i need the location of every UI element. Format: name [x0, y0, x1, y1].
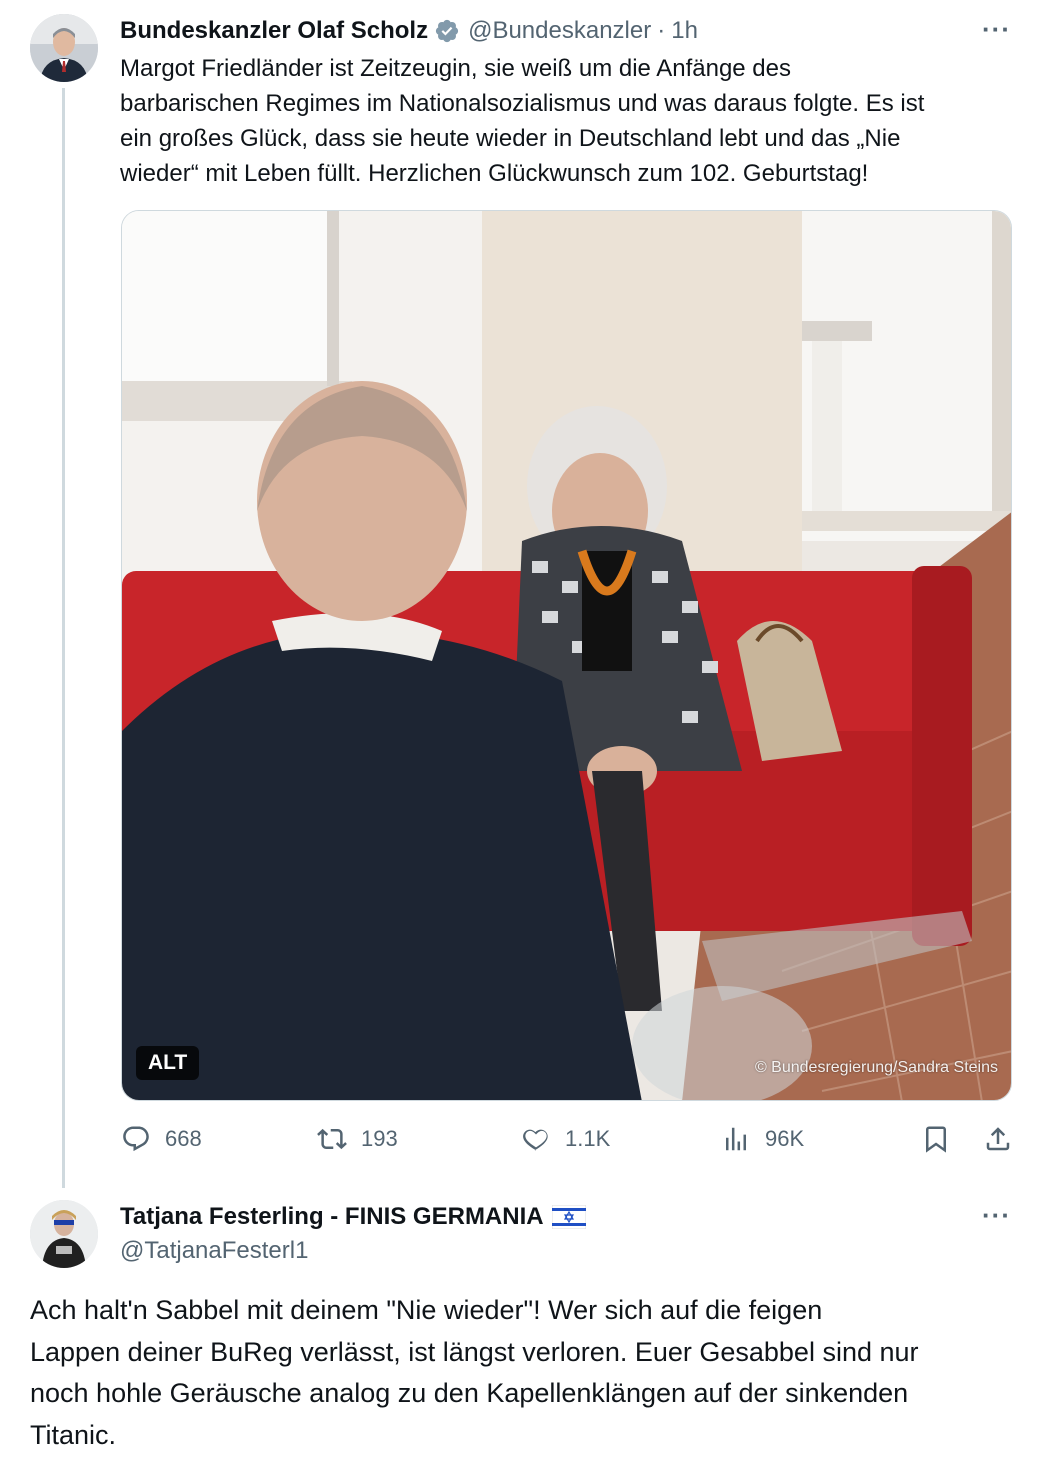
reply-text: Ach halt'n Sabbel mit deinem "Nie wieder… — [30, 1290, 1030, 1456]
reply-text-line: Ach halt'n Sabbel mit deinem "Nie wieder… — [30, 1295, 823, 1325]
reply-more-options-button[interactable]: ··· — [982, 1200, 1011, 1231]
tweet-text-line: Margot Friedländer ist Zeitzeugin, sie w… — [120, 55, 792, 82]
tweet-header: Bundeskanzler Olaf Scholz @Bundeskanzler… — [120, 14, 698, 48]
retweet-button[interactable]: 193 — [317, 1124, 398, 1154]
author-name[interactable]: Bundeskanzler Olaf Scholz — [120, 17, 428, 45]
heart-icon — [523, 1129, 548, 1151]
reply-icon — [123, 1126, 149, 1152]
author-avatar[interactable] — [30, 14, 98, 82]
views-chart-icon — [726, 1127, 746, 1151]
share-icon — [986, 1127, 1010, 1151]
photo-credit: © Bundesregierung/Sandra Steins — [754, 1059, 998, 1076]
alt-text-button[interactable]: ALT — [136, 1046, 200, 1080]
reply-tweet[interactable]: Tatjana Festerling - FINIS GERMANIA @Tat… — [0, 1180, 1050, 1466]
share-button[interactable] — [983, 1124, 1013, 1154]
retweet-icon — [317, 1128, 347, 1150]
tweet-text: Margot Friedländer ist Zeitzeugin, sie w… — [120, 51, 1015, 191]
like-count: 1.1K — [565, 1126, 611, 1151]
reply-count: 668 — [165, 1126, 202, 1151]
bookmark-icon — [926, 1126, 946, 1153]
reply-author-name[interactable]: Tatjana Festerling - FINIS GERMANIA — [120, 1203, 544, 1231]
reply-author-avatar[interactable] — [30, 1200, 98, 1268]
reply-text-line: Lappen deiner BuReg verlässt, ist längst… — [30, 1336, 919, 1367]
bookmark-button[interactable] — [921, 1124, 951, 1154]
tweet-time[interactable]: 1h — [671, 17, 698, 45]
like-button[interactable]: 1.1K — [521, 1124, 610, 1154]
tweet-text-line: barbarischen Regimes im Nationalsozialis… — [120, 90, 925, 117]
reply-handle-row: @TatjanaFesterl1 — [120, 1236, 308, 1266]
tweet-photo[interactable] — [121, 210, 1012, 1101]
reply-text-line: noch hohle Geräusche analog zu den Kapel… — [30, 1378, 909, 1408]
views-button[interactable]: 96K — [721, 1124, 804, 1154]
photo-illustration — [122, 211, 1011, 1100]
retweet-count: 193 — [361, 1126, 398, 1151]
reply-header: Tatjana Festerling - FINIS GERMANIA — [120, 1200, 586, 1234]
reply-author-handle[interactable]: @TatjanaFesterl1 — [120, 1237, 308, 1265]
author-handle[interactable]: @Bundeskanzler — [468, 17, 651, 45]
avatar-portrait — [30, 14, 98, 82]
separator-dot: · — [657, 17, 666, 44]
avatar-portrait — [30, 1200, 98, 1268]
original-tweet[interactable]: Bundeskanzler Olaf Scholz @Bundeskanzler… — [0, 0, 1050, 1188]
action-bar: 668 193 1.1K 96K — [121, 1120, 1016, 1162]
more-options-button[interactable]: ··· — [982, 14, 1011, 45]
reply-text-line: Titanic. — [30, 1419, 117, 1450]
tweet-text-line: ein großes Glück, dass sie heute wieder … — [120, 125, 901, 152]
israel-flag-icon — [551, 1205, 586, 1229]
tweet-text-line: wieder“ mit Leben füllt. Herzlichen Glüc… — [120, 160, 869, 187]
views-count: 96K — [765, 1126, 805, 1151]
verified-badge-icon[interactable] — [434, 18, 460, 44]
reply-button[interactable]: 668 — [121, 1124, 202, 1154]
thread-line — [62, 88, 65, 1188]
